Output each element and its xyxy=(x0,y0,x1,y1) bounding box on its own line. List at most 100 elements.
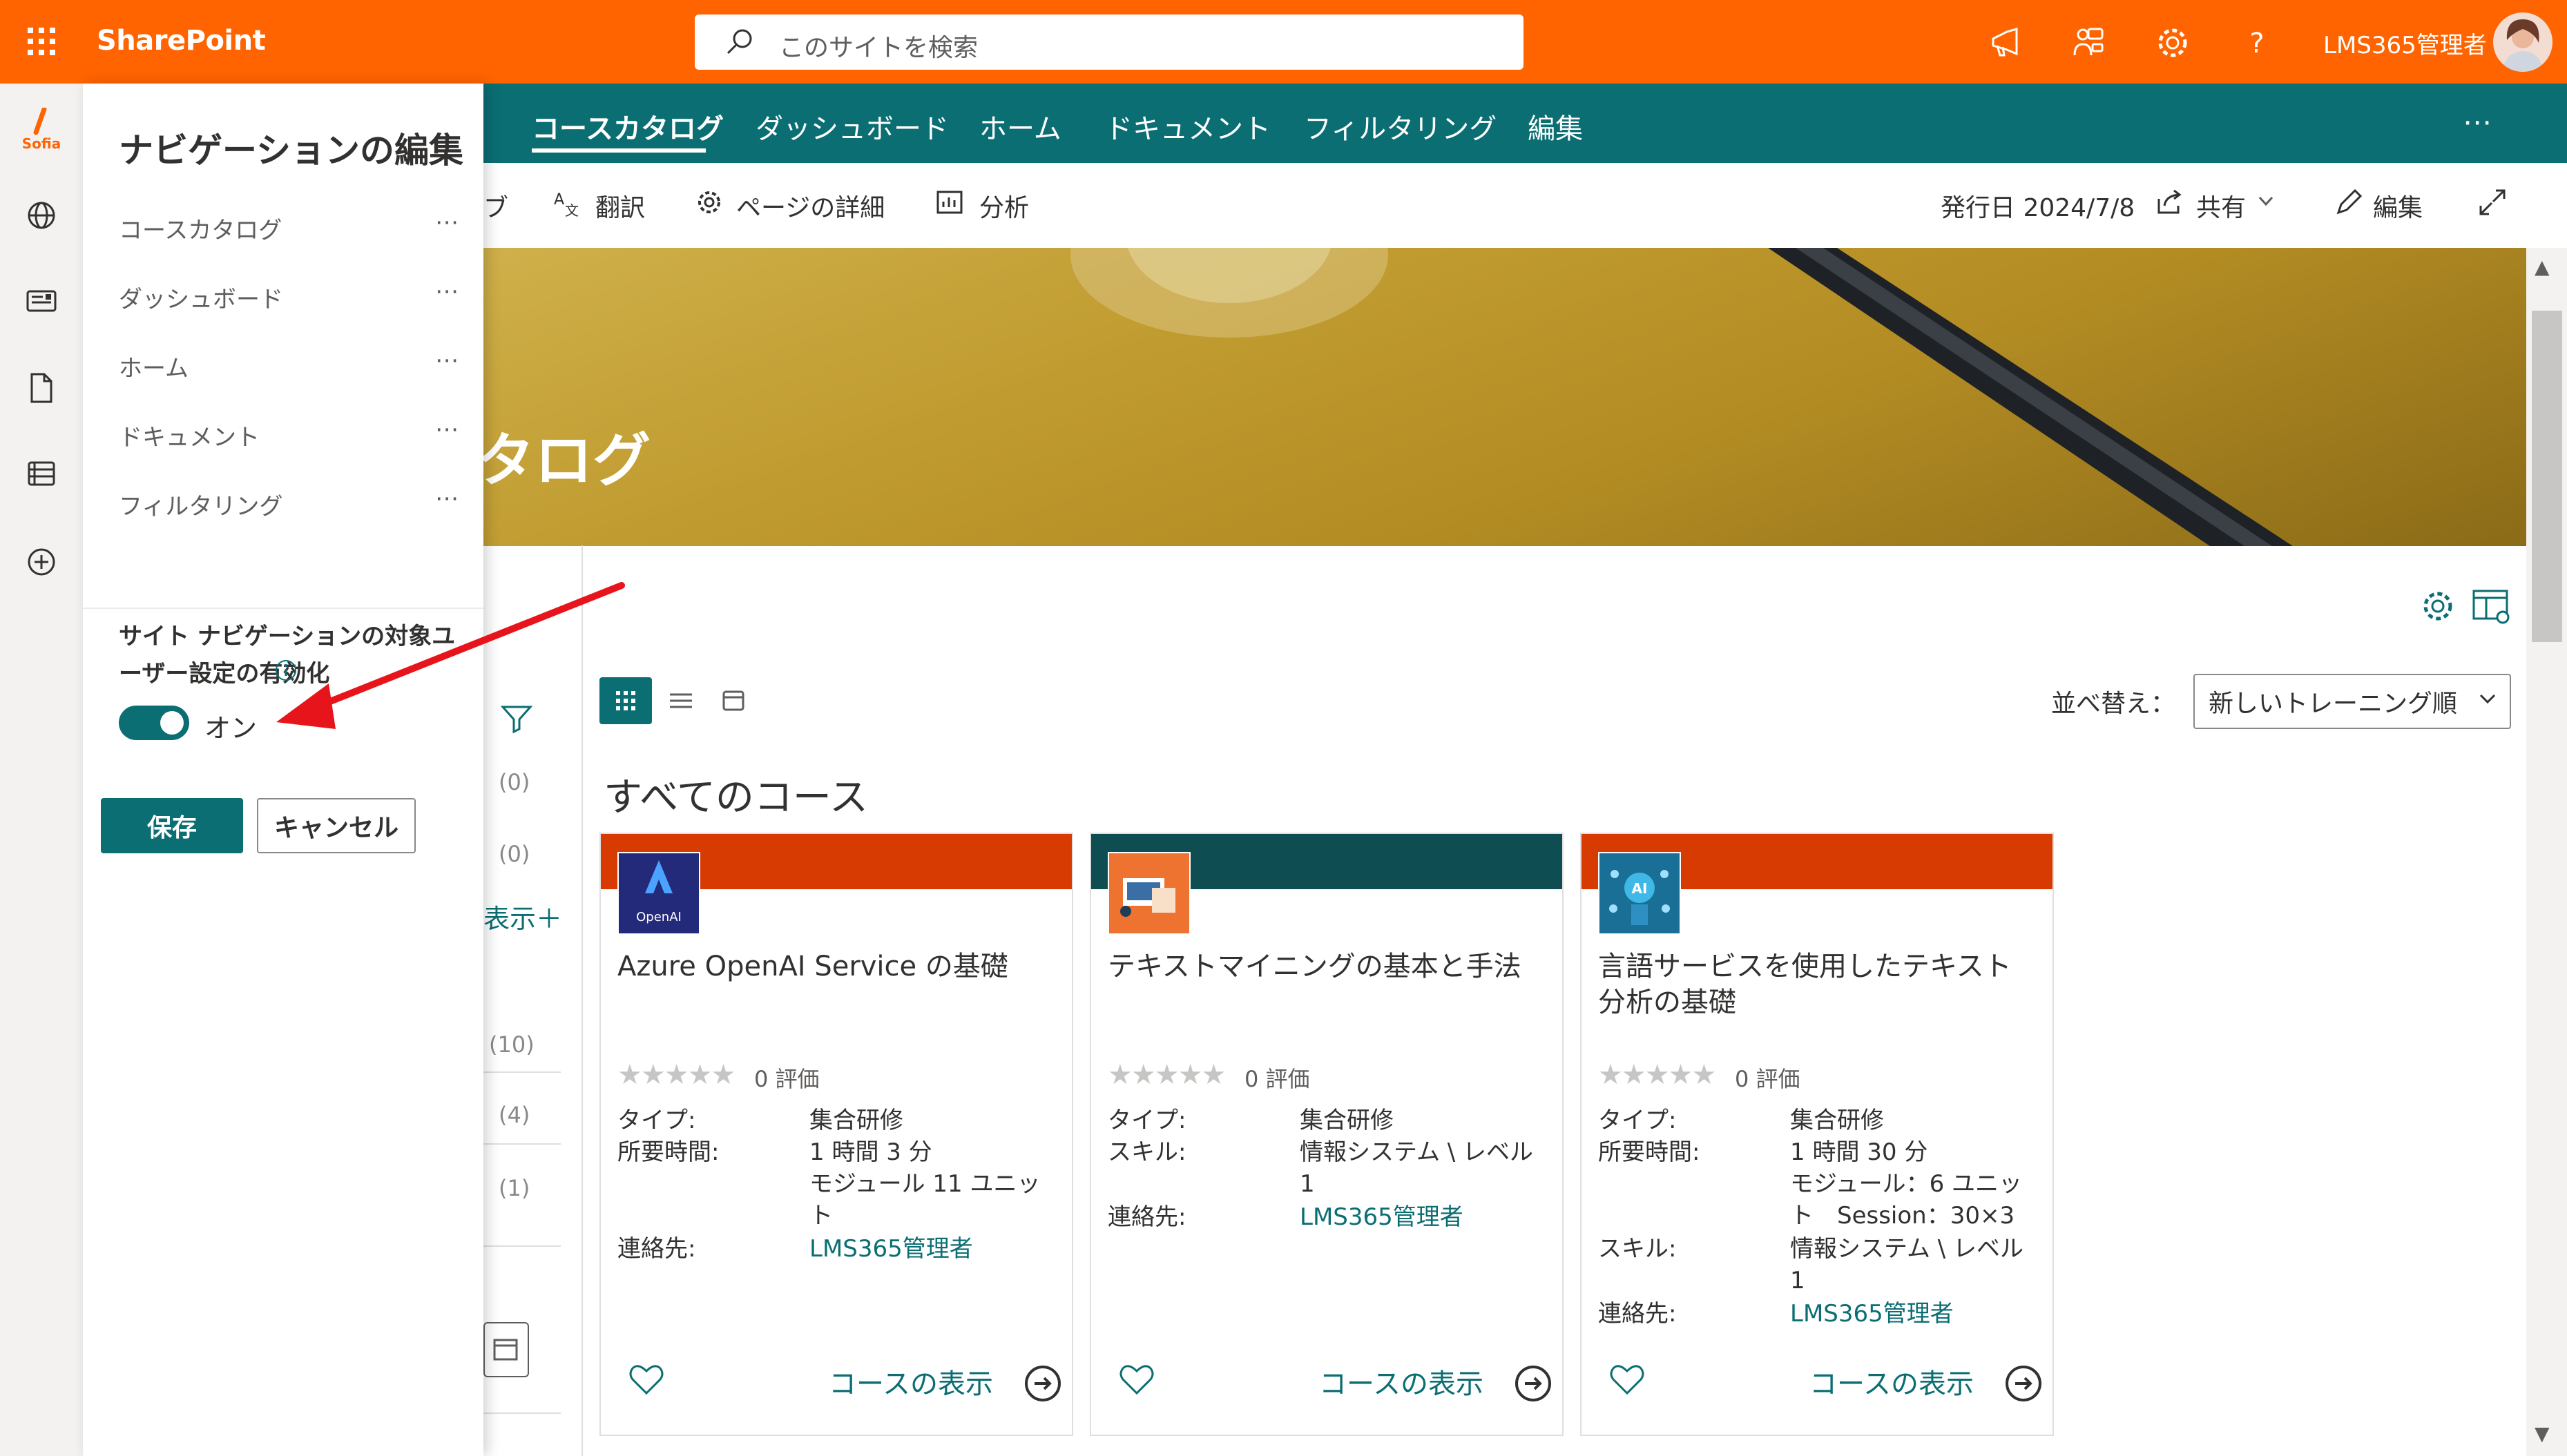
translate-button[interactable]: 翻訳 xyxy=(595,188,645,224)
toggle-knob xyxy=(160,711,184,735)
more-options-icon[interactable]: ⋯ xyxy=(435,416,460,443)
course-title[interactable]: 言語サービスを使用したテキスト分析の基礎 xyxy=(1598,949,2033,1020)
page-details-button[interactable]: ページの詳細 xyxy=(736,188,885,224)
favorite-heart-icon[interactable] xyxy=(626,1359,667,1400)
panel-nav-item[interactable]: フィルタリング xyxy=(119,487,282,521)
meta-value: 1 時間 30 分 xyxy=(1790,1138,1928,1166)
more-options-icon[interactable]: ⋯ xyxy=(435,208,460,236)
favorite-heart-icon[interactable] xyxy=(1116,1359,1157,1400)
pencil-icon xyxy=(2333,186,2365,218)
contact-link[interactable]: LMS365管理者 xyxy=(809,1233,1065,1265)
scroll-up-icon[interactable]: ▲ xyxy=(2535,255,2550,278)
analytics-button[interactable]: 分析 xyxy=(979,188,1029,224)
course-card[interactable]: テキストマイニングの基本と手法 ★★★★★ 0 評価 タイプ: 集合研修 スキル… xyxy=(1090,833,1564,1436)
gear-icon[interactable] xyxy=(2153,23,2192,62)
layout-settings-icon[interactable] xyxy=(2471,587,2512,625)
help-icon[interactable]: ? xyxy=(2238,23,2276,62)
globe-icon[interactable] xyxy=(22,196,61,235)
meta-value: 情報システム \ レベル 1 xyxy=(1300,1138,1534,1198)
avatar[interactable] xyxy=(2493,12,2552,72)
meta-label: 連絡先: xyxy=(617,1235,696,1263)
rating-count: 0 評価 xyxy=(754,1066,820,1092)
meta-label: 所要時間: xyxy=(617,1138,720,1166)
view-course-link[interactable]: コースの表示 xyxy=(1319,1361,1483,1401)
meta-label: タイプ: xyxy=(617,1107,696,1134)
panel-nav-item[interactable]: コースカタログ xyxy=(119,211,282,245)
scroll-down-icon[interactable]: ▼ xyxy=(2535,1422,2550,1445)
nav-more-button[interactable]: ⋯ xyxy=(2463,105,2494,139)
nav-item-documents[interactable]: ドキュメント xyxy=(1105,106,1271,146)
edit-button[interactable]: 編集 xyxy=(2373,188,2423,224)
nav-item-filtering[interactable]: フィルタリング xyxy=(1304,106,1497,146)
add-circle-icon[interactable] xyxy=(22,543,61,581)
filter-count: (10) xyxy=(489,1031,535,1058)
save-button[interactable]: 保存 xyxy=(101,798,243,853)
meta-value: 集合研修 xyxy=(1790,1107,1884,1134)
translate-icon: A文 xyxy=(551,186,583,218)
calendar-view-button[interactable] xyxy=(718,685,749,717)
meta-label: タイプ: xyxy=(1598,1107,1677,1134)
news-icon[interactable] xyxy=(22,282,61,320)
course-title[interactable]: テキストマイニングの基本と手法 xyxy=(1108,949,1543,984)
favorite-heart-icon[interactable] xyxy=(1606,1359,1648,1400)
rating-count: 0 評価 xyxy=(1735,1066,1800,1092)
more-options-icon[interactable]: ⋯ xyxy=(435,347,460,374)
arrow-right-circle-icon[interactable] xyxy=(2003,1363,2044,1404)
nav-item-dashboard[interactable]: ダッシュボード xyxy=(756,106,949,146)
document-icon[interactable] xyxy=(22,369,61,407)
chevron-down-icon xyxy=(2256,191,2276,211)
section-title: すべてのコース xyxy=(604,775,869,820)
nav-edit-link[interactable]: 編集 xyxy=(1528,106,1583,146)
panel-nav-item[interactable]: ホーム xyxy=(119,349,189,383)
meta-value: 集合研修 xyxy=(809,1107,903,1134)
expand-icon[interactable] xyxy=(2477,186,2508,218)
scrollbar-thumb[interactable] xyxy=(2532,311,2562,642)
nav-active-indicator xyxy=(532,148,706,153)
app-launcher-icon[interactable] xyxy=(21,21,62,62)
arrow-right-circle-icon[interactable] xyxy=(1022,1363,1064,1404)
meta-label: スキル: xyxy=(1108,1138,1186,1166)
more-options-icon[interactable]: ⋯ xyxy=(435,278,460,305)
arrow-right-circle-icon[interactable] xyxy=(1512,1363,1554,1404)
user-name[interactable]: LMS365管理者 xyxy=(2323,26,2487,60)
nav-item-home[interactable]: ホーム xyxy=(979,106,1061,146)
share-button[interactable]: 共有 xyxy=(2196,188,2246,224)
sofia-logo-text: Sofia xyxy=(21,135,61,152)
sort-label: 並べ替え： xyxy=(2051,690,2176,718)
rating-stars: ★★★★★ xyxy=(617,1059,736,1091)
filter-count: (0) xyxy=(499,841,530,867)
meta-label: 連絡先: xyxy=(1108,1203,1186,1231)
list-view-button[interactable] xyxy=(664,685,698,717)
show-more-link[interactable]: 表示＋ xyxy=(483,897,562,935)
svg-text:AI: AI xyxy=(1632,880,1648,897)
divider xyxy=(483,1071,561,1073)
cancel-button[interactable]: キャンセル xyxy=(257,798,416,853)
published-date: 発行日 2024/7/8 xyxy=(1941,194,2135,222)
hero-banner xyxy=(483,248,2526,546)
divider xyxy=(483,1245,561,1247)
date-picker-button[interactable] xyxy=(483,1322,529,1377)
course-card[interactable]: OpenAI Azure OpenAI Service の基礎 ★★★★★ 0 … xyxy=(599,833,1073,1436)
analytics-icon xyxy=(934,186,965,218)
course-card[interactable]: AI 言語サービスを使用したテキスト分析の基礎 ★★★★★ 0 評価 タイプ: … xyxy=(1580,833,2054,1436)
nav-item-course-catalog[interactable]: コースカタログ xyxy=(532,106,724,146)
command-partial-item[interactable]: ブ xyxy=(483,188,508,224)
course-thumbnail xyxy=(1108,852,1191,935)
contact-link[interactable]: LMS365管理者 xyxy=(1790,1298,2046,1330)
panel-nav-item[interactable]: ドキュメント xyxy=(119,418,260,452)
contact-link[interactable]: LMS365管理者 xyxy=(1300,1201,1555,1233)
webpart-settings-icon[interactable] xyxy=(2419,587,2457,625)
panel-nav-item[interactable]: ダッシュボード xyxy=(119,280,283,314)
course-title[interactable]: Azure OpenAI Service の基礎 xyxy=(617,949,1052,984)
meta-label: 所要時間: xyxy=(1598,1138,1700,1166)
app-name[interactable]: SharePoint xyxy=(97,25,266,57)
view-course-link[interactable]: コースの表示 xyxy=(829,1361,993,1401)
list-icon[interactable] xyxy=(22,454,61,493)
rating-count: 0 評価 xyxy=(1244,1066,1310,1092)
more-options-icon[interactable]: ⋯ xyxy=(435,485,460,512)
divider xyxy=(483,1143,561,1145)
view-course-link[interactable]: コースの表示 xyxy=(1809,1361,1974,1401)
meta-value: モジュール 11 ユニット xyxy=(809,1170,1041,1230)
people-icon[interactable] xyxy=(2069,23,2108,62)
megaphone-icon[interactable] xyxy=(1986,23,2025,62)
